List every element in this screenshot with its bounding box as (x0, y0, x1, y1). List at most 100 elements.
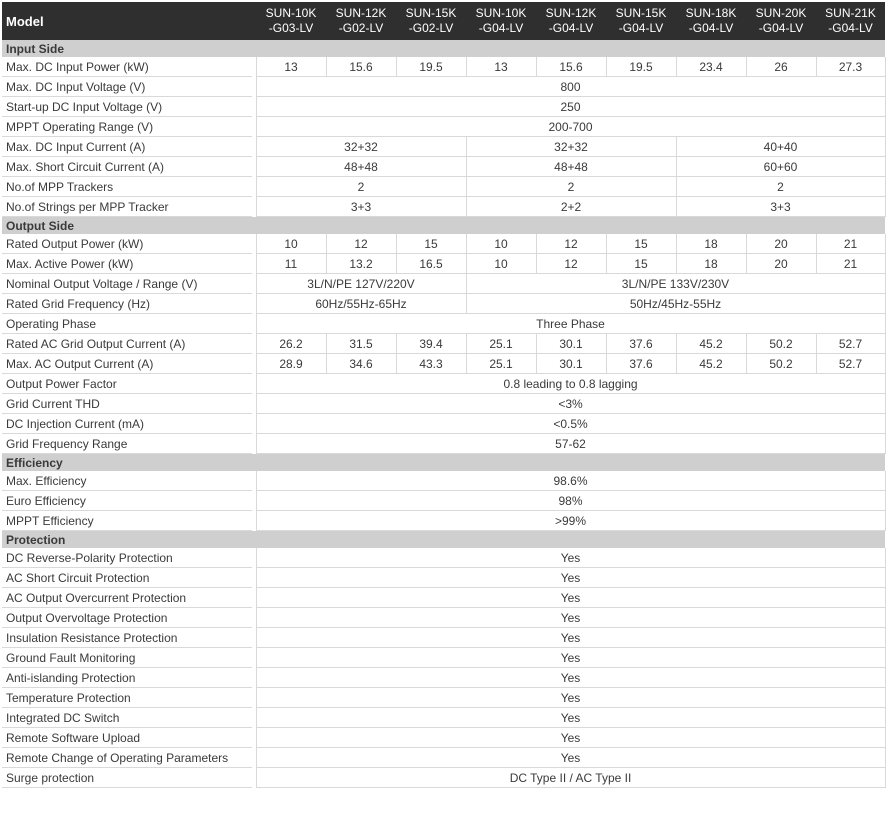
row-value: 23.4 (675, 57, 746, 77)
model-name: SUN-15K (405, 6, 457, 20)
row-value: Yes (255, 647, 886, 668)
row-label: AC Short Circuit Protection (2, 567, 252, 588)
table-row: Max. Short Circuit Current (A) 48+48 48+48… (2, 156, 886, 177)
model-suffix: -G04-LV (478, 21, 524, 35)
row-label: Temperature Protection (2, 687, 252, 708)
model-suffix: -G02-LV (338, 21, 384, 35)
row-value: 50Hz/45Hz-55Hz (465, 293, 886, 314)
model-column-header: SUN-12K -G04-LV (536, 2, 606, 40)
table-row: Max. Efficiency 98.6% (2, 471, 886, 491)
table-row: MPPT Efficiency >99% (2, 510, 886, 531)
row-value: 25.1 (465, 353, 536, 374)
model-suffix: -G04-LV (828, 21, 873, 35)
model-name: SUN-12K (335, 6, 387, 20)
table-row: MPPT Operating Range (V) 200-700 (2, 116, 886, 137)
model-column-header: SUN-21K -G04-LV (816, 2, 885, 40)
row-value: 19.5 (395, 57, 466, 77)
row-value: 19.5 (605, 57, 676, 77)
row-value: 37.6 (605, 353, 676, 374)
section-fill (256, 40, 885, 57)
row-value: 31.5 (325, 333, 396, 354)
model-suffix: -G03-LV (268, 21, 314, 35)
table-row: AC Short Circuit Protection Yes (2, 567, 886, 588)
table-row: Remote Change of Operating Parameters Yes (2, 747, 886, 768)
table-row: Nominal Output Voltage / Range (V) 3L/N/P… (2, 273, 886, 294)
row-label: Remote Change of Operating Parameters (2, 747, 252, 768)
row-value: 13.2 (325, 253, 396, 274)
row-label: Rated Grid Frequency (Hz) (2, 293, 252, 314)
row-value: 21 (815, 253, 886, 274)
table-row: DC Reverse-Polarity Protection Yes (2, 548, 886, 568)
table-row: Remote Software Upload Yes (2, 727, 886, 748)
row-label: Max. AC Output Current (A) (2, 353, 252, 374)
section-fill (256, 530, 885, 548)
row-value: 50.2 (745, 333, 816, 354)
section-header-row: Efficiency (2, 453, 885, 471)
model-suffix: -G04-LV (758, 21, 804, 35)
row-value: 200-700 (255, 116, 886, 137)
row-label: Max. Short Circuit Current (A) (2, 156, 252, 177)
row-value: 32+32 (465, 136, 676, 157)
table-row: Ground Fault Monitoring Yes (2, 647, 886, 668)
model-name: SUN-12K (545, 6, 597, 20)
row-value: Yes (255, 607, 886, 628)
section-title: Efficiency (2, 453, 252, 471)
row-value: 30.1 (535, 353, 606, 374)
row-value: Yes (255, 707, 886, 728)
model-name: SUN-20K (755, 6, 807, 20)
model-column-header: SUN-15K -G04-LV (606, 2, 676, 40)
row-value: Yes (255, 587, 886, 608)
table-row: Insulation Resistance Protection Yes (2, 627, 886, 648)
row-value: 60+60 (675, 156, 886, 177)
table-row: Grid Current THD <3% (2, 393, 886, 414)
row-value: 12 (535, 253, 606, 274)
row-label: No.of MPP Trackers (2, 176, 252, 197)
row-label: MPPT Operating Range (V) (2, 116, 252, 137)
row-value: Yes (255, 687, 886, 708)
row-value: 57-62 (255, 433, 886, 454)
row-value: 52.7 (815, 333, 886, 354)
row-value: Three Phase (255, 313, 886, 334)
row-value: 26.2 (255, 333, 326, 354)
table-row: Max. DC Input Power (kW) 13 15.6 19.5 13 15.6… (2, 57, 886, 77)
row-value: 37.6 (605, 333, 676, 354)
model-column-header: SUN-20K -G04-LV (746, 2, 816, 40)
row-value: 2 (675, 176, 886, 197)
row-value: 3+3 (675, 196, 886, 217)
section-header-row: Protection (2, 530, 885, 548)
row-label: Grid Frequency Range (2, 433, 252, 454)
section-header-row: Input Side (2, 40, 885, 57)
model-suffix: -G04-LV (688, 21, 734, 35)
model-name: SUN-15K (615, 6, 667, 20)
table-row: Max. DC Input Voltage (V) 800 (2, 76, 886, 97)
table-row: Max. AC Output Current (A) 28.9 34.6 43.3 25… (2, 353, 886, 374)
row-label: Output Overvoltage Protection (2, 607, 252, 628)
row-value: 3+3 (255, 196, 466, 217)
row-value: 43.3 (395, 353, 466, 374)
row-value: 50.2 (745, 353, 816, 374)
row-label: Rated Output Power (kW) (2, 234, 252, 254)
table-row: DC Injection Current (mA) <0.5% (2, 413, 886, 434)
row-value: 32+32 (255, 136, 466, 157)
model-column-header: SUN-18K -G04-LV (676, 2, 746, 40)
table-row: AC Output Overcurrent Protection Yes (2, 587, 886, 608)
row-value: 2 (465, 176, 676, 197)
row-value: DC Type II / AC Type II (255, 767, 886, 788)
section-title: Output Side (2, 216, 252, 234)
row-value: <3% (255, 393, 886, 414)
row-label: Euro Efficiency (2, 490, 252, 511)
table-row: Integrated DC Switch Yes (2, 707, 886, 728)
row-value: 3L/N/PE 127V/220V (255, 273, 466, 294)
row-value: 45.2 (675, 333, 746, 354)
row-value: 3L/N/PE 133V/230V (465, 273, 886, 294)
row-label: Grid Current THD (2, 393, 252, 414)
row-value: <0.5% (255, 413, 886, 434)
row-value: 800 (255, 76, 886, 97)
row-value: Yes (255, 747, 886, 768)
row-value: 15.6 (535, 57, 606, 77)
row-value: 15 (605, 234, 676, 254)
spec-table-body: Input Side Max. DC Input Power (kW) 13 15.6… (2, 40, 886, 788)
table-row: Max. Active Power (kW) 11 13.2 16.5 10 12 15 18… (2, 253, 886, 274)
row-value: 2+2 (465, 196, 676, 217)
row-label: Max. DC Input Current (A) (2, 136, 252, 157)
